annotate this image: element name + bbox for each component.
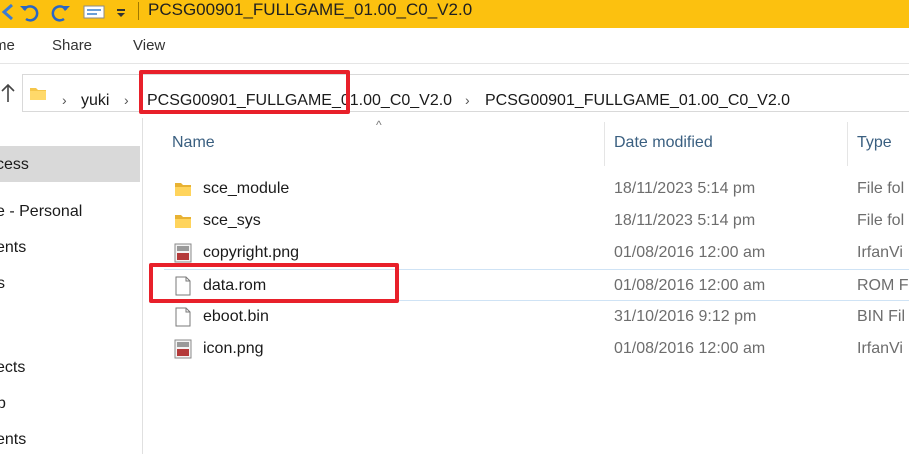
file-name: copyright.png [203,244,300,261]
nav-item-onedrive-personal[interactable]: e - Personal [0,203,82,221]
breadcrumb-yuki[interactable]: yuki [81,92,109,110]
file-name: sce_sys [203,212,261,229]
file-date: 01/08/2016 12:00 am [614,244,766,261]
file-type: IrfanVi [857,340,903,357]
tab-view[interactable]: View [133,37,165,54]
column-header-date-modified[interactable]: Date modified [614,134,713,152]
image-file-icon [174,243,192,263]
column-divider[interactable] [604,122,605,166]
breadcrumb-chevron-icon[interactable]: › [62,92,67,108]
sort-ascending-icon: ^ [376,118,382,132]
window-title: PCSG00901_FULLGAME_01.00_C0_V2.0 [148,0,473,19]
file-date: 18/11/2023 5:14 pm [614,212,756,229]
folder-icon [175,215,191,228]
nav-item-desktop[interactable]: p [0,395,6,413]
nav-item-quick-access[interactable]: cess [0,156,29,174]
file-type: File fol [857,180,905,197]
file-icon [175,307,191,327]
file-type: ROM F [857,277,909,294]
nav-item-3d-objects[interactable]: ects [0,359,25,377]
properties-icon[interactable] [82,2,108,22]
column-divider[interactable] [847,122,848,166]
redo-icon[interactable] [50,2,72,22]
title-bar: PCSG00901_FULLGAME_01.00_C0_V2.0 [0,0,909,28]
title-separator [138,2,139,20]
column-header-type[interactable]: Type [857,134,892,152]
file-type: BIN Fil [857,308,905,325]
up-arrow-icon[interactable] [0,82,16,104]
file-row-eboot-bin[interactable]: eboot.bin 31/10/2016 9:12 pm BIN Fil [164,301,909,333]
file-row-icon-png[interactable]: icon.png 01/08/2016 12:00 am IrfanVi [164,333,909,365]
file-date: 01/08/2016 12:00 am [614,340,766,357]
file-name: sce_module [203,180,290,197]
file-name: icon.png [203,340,264,357]
address-row: › yuki › PCSG00901_FULLGAME_01.00_C0_V2.… [0,64,909,118]
breadcrumb-chevron-icon[interactable]: › [124,92,129,108]
tab-share[interactable]: Share [52,37,92,54]
navigation-pane: cess e - Personal ents s ects p ents [0,118,143,454]
file-row-sce-module[interactable]: sce_module 18/11/2023 5:14 pm File fol [164,173,909,205]
file-row-sce-sys[interactable]: sce_sys 18/11/2023 5:14 pm File fol [164,205,909,237]
nav-item-documents[interactable]: ents [0,239,26,257]
file-date: 01/08/2016 12:00 am [614,277,766,294]
back-arrow-icon[interactable] [0,2,18,22]
image-file-icon [174,339,192,359]
file-type: IrfanVi [857,244,903,261]
nav-item-downloads[interactable]: s [0,275,5,293]
tab-home[interactable]: me [0,37,15,54]
highlight-box-folder [139,70,350,114]
file-type: File fol [857,212,905,229]
folder-icon [175,183,191,196]
customize-toolbar-icon[interactable] [114,2,128,22]
column-header-name[interactable]: Name [172,134,215,152]
breadcrumb-current-folder[interactable]: PCSG00901_FULLGAME_01.00_C0_V2.0 [485,92,790,110]
highlight-box-data-rom [149,263,399,303]
file-name: eboot.bin [203,308,269,325]
breadcrumb-chevron-icon[interactable]: › [465,92,470,108]
nav-item-documents-2[interactable]: ents [0,431,26,449]
folder-icon [30,88,46,100]
undo-icon[interactable] [18,2,40,22]
file-date: 31/10/2016 9:12 pm [614,308,757,325]
ribbon-tabs: me Share View [0,28,909,64]
file-date: 18/11/2023 5:14 pm [614,180,756,197]
